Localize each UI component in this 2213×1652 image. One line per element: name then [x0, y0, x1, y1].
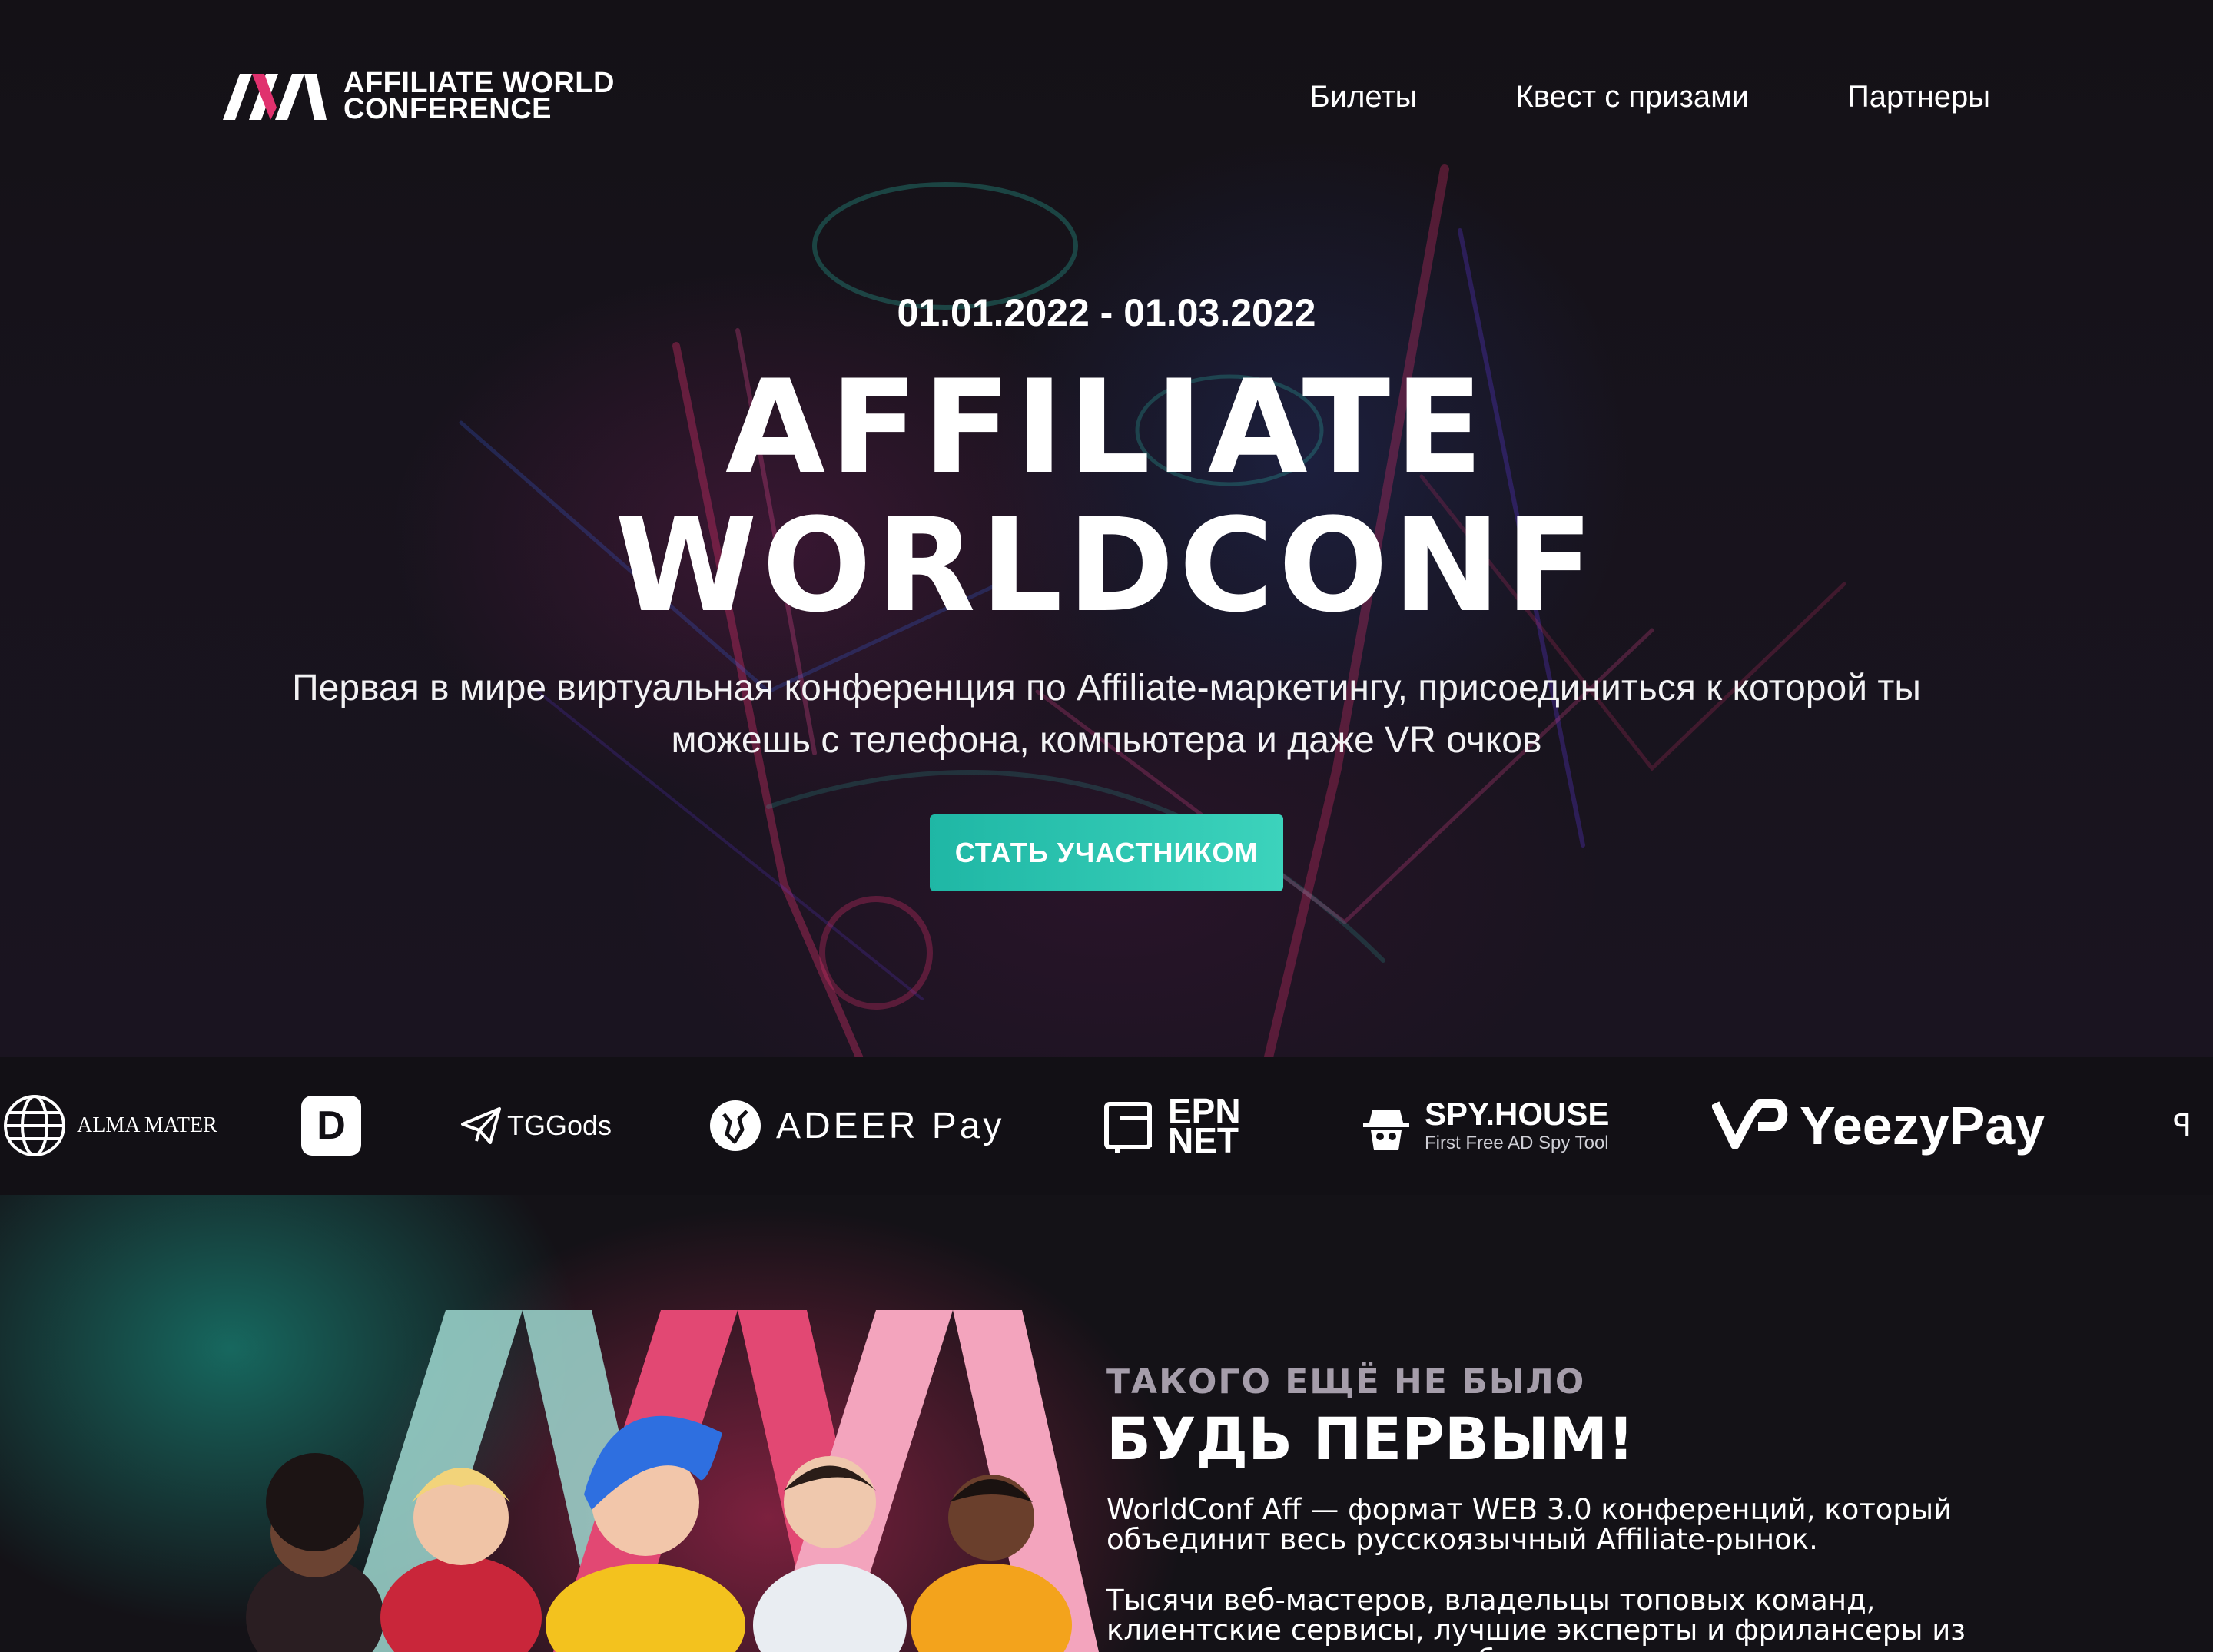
- partner-tggods[interactable]: TGGods: [460, 1057, 612, 1195]
- be-first-section: ТАКОГО ЕЩЁ НЕ БЫЛО БУДЬ ПЕРВЫМ! WorldCon…: [0, 1195, 2213, 1652]
- hero-title-line-1: AFFILIATE: [725, 352, 1488, 503]
- become-participant-button[interactable]: СТАТЬ УЧАСТНИКОМ: [930, 814, 1283, 891]
- partner-d[interactable]: D: [301, 1057, 361, 1195]
- hero-section: AFFILIATE WORLD CONFERENCE Билеты Квест …: [0, 0, 2213, 1057]
- partner-name: D: [317, 1103, 346, 1148]
- event-dates: 01.01.2022 - 01.03.2022: [897, 291, 1316, 334]
- partner-epn-net[interactable]: EPN NET: [1102, 1057, 1268, 1195]
- partner-alma-mater[interactable]: ALMA MATER: [0, 1057, 217, 1195]
- partner-name: SPY.HOUSE: [1425, 1096, 1610, 1132]
- partner-yeezypay[interactable]: YeezyPay: [1712, 1057, 2045, 1195]
- partner-spy-house[interactable]: SPY.HOUSE First Free AD Spy Tool: [1362, 1057, 1609, 1195]
- logo-line-1: AFFILIATE WORLD: [343, 67, 615, 99]
- main-nav: Билеты Квест с призами Партнеры: [1309, 75, 1990, 118]
- logo-wordmark: AFFILIATE WORLD CONFERENCE: [343, 67, 615, 125]
- logo-line-2: CONFERENCE: [343, 93, 552, 125]
- spy-hat-icon: [1363, 1110, 1409, 1150]
- partner-name: ADEER Pay: [776, 1105, 1005, 1146]
- section-paragraph-1: WorldConf Aff — формат WEB 3.0 конференц…: [1106, 1493, 1953, 1556]
- partners-strip: ALMA MATER D TGGods ADEER Pay EPN NET SP…: [0, 1057, 2213, 1195]
- globe-icon: [4, 1095, 65, 1156]
- nav-link-partners[interactable]: Партнеры: [1847, 75, 1990, 118]
- avatar-1: [246, 1453, 384, 1652]
- avatars-illustration: [246, 1310, 1099, 1652]
- yeezypay-logo-icon: [1712, 1099, 1788, 1149]
- nav-link-tickets[interactable]: Билеты: [1309, 75, 1417, 118]
- d-logo-icon: D: [301, 1096, 361, 1156]
- section-paragraph-2: Тысячи веб-мастеров, владельцы топовых к…: [1106, 1584, 1966, 1652]
- partner-partial-logo: ꟼ: [2173, 1109, 2192, 1143]
- partner-name: EPN NET: [1168, 1091, 1241, 1160]
- partner-name: YeezyPay: [1800, 1096, 2045, 1156]
- site-header: AFFILIATE WORLD CONFERENCE Билеты Квест …: [0, 0, 2213, 192]
- partner-cut-off[interactable]: ꟼ: [2173, 1057, 2191, 1195]
- spy-house-text: SPY.HOUSE First Free AD Spy Tool: [1425, 1096, 1609, 1155]
- hero-title-line-2: WORLDCONF: [615, 490, 1598, 641]
- nav-link-quest[interactable]: Квест с призами: [1515, 75, 1749, 118]
- page: AFFILIATE WORLD CONFERENCE Билеты Квест …: [0, 0, 2213, 1652]
- awc-logo-icon: [223, 74, 327, 120]
- section-eyebrow: ТАКОГО ЕЩЁ НЕ БЫЛО: [1106, 1362, 1586, 1402]
- partner-tagline: First Free AD Spy Tool: [1425, 1133, 1609, 1153]
- deer-icon: [710, 1100, 761, 1151]
- paper-plane-icon: [461, 1107, 501, 1144]
- hero-title: AFFILIATE WORLDCONF: [0, 358, 2213, 635]
- hero-description: Первая в мире виртуальная конференция по…: [292, 668, 1921, 761]
- partner-name: ALMA MATER: [77, 1113, 217, 1137]
- epn-logo-icon: [1104, 1102, 1152, 1153]
- site-logo[interactable]: AFFILIATE WORLD CONFERENCE: [223, 67, 615, 125]
- partner-adeer-pay[interactable]: ADEER Pay: [708, 1057, 1004, 1195]
- partner-name: TGGods: [507, 1110, 612, 1141]
- section-title: БУДЬ ПЕРВЫМ!: [1106, 1405, 1634, 1473]
